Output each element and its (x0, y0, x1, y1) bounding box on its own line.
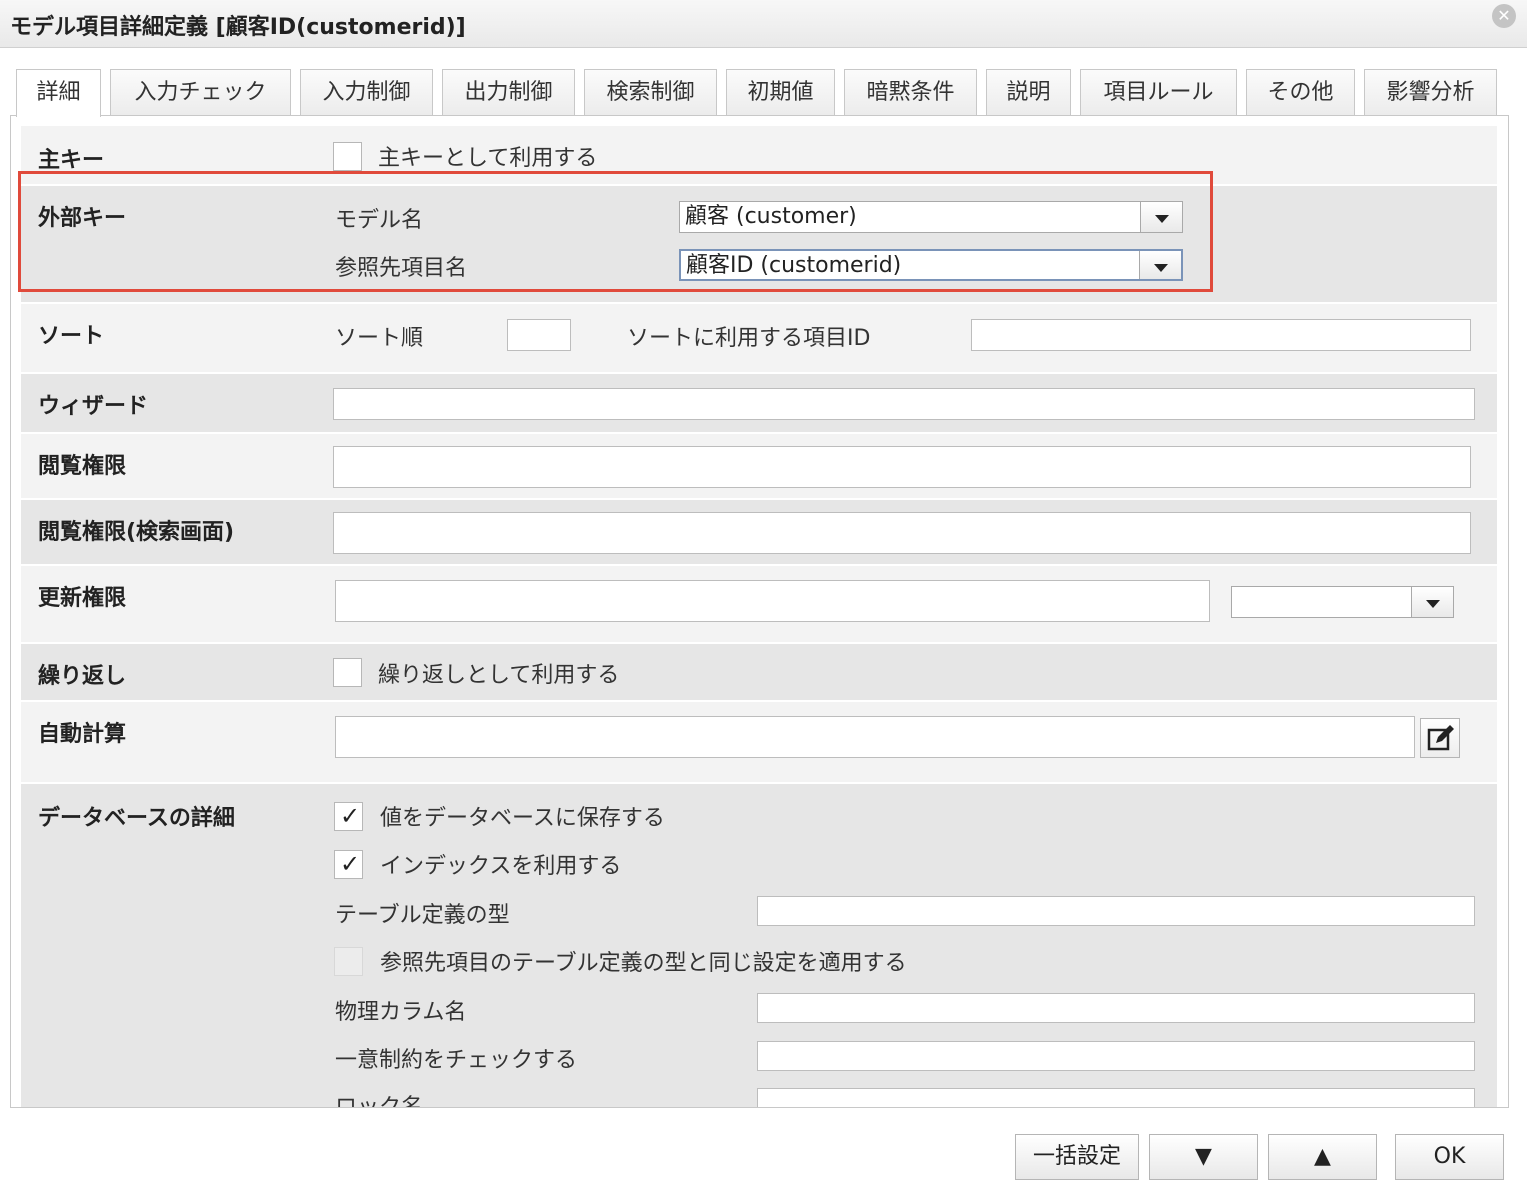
tab-initial-value[interactable]: 初期値 (726, 69, 835, 115)
tab-item-rule[interactable]: 項目ルール (1080, 69, 1237, 115)
model-name-label: モデル名 (335, 208, 424, 233)
tab-input-check[interactable]: 入力チェック (110, 69, 291, 115)
auto-calc-input[interactable] (335, 716, 1415, 758)
wizard-input[interactable] (333, 388, 1475, 420)
foreign-key-label: 外部キー (38, 206, 127, 231)
tab-details[interactable]: 詳細 (16, 69, 101, 117)
dialog-title: モデル項目詳細定義 [顧客ID(customerid)] (10, 15, 466, 40)
move-up-button[interactable]: ▲ (1268, 1134, 1377, 1180)
tab-implicit-condition[interactable]: 暗黙条件 (844, 69, 977, 115)
db-save-checkbox[interactable] (334, 802, 363, 831)
same-setting-checkbox[interactable] (334, 947, 363, 976)
unique-check-label: 一意制約をチェックする (335, 1048, 578, 1073)
sort-order-input[interactable] (507, 319, 571, 351)
edit-icon (1427, 725, 1454, 751)
primary-key-checkbox[interactable] (333, 142, 362, 171)
ref-item-value: 顧客ID (customerid) (686, 253, 902, 278)
physical-column-label: 物理カラム名 (335, 1000, 467, 1025)
edit-button[interactable] (1420, 718, 1460, 758)
sort-item-id-input[interactable] (971, 319, 1471, 351)
table-type-label: テーブル定義の型 (335, 903, 510, 928)
primary-key-row: 主キー 主キーとして利用する (21, 126, 1497, 186)
unique-check-input[interactable] (757, 1041, 1475, 1071)
chevron-down-icon[interactable] (1139, 251, 1181, 279)
foreign-key-row: 外部キー モデル名 顧客 (customer) 参照先項目名 顧客ID (cus… (21, 186, 1497, 304)
sort-row: ソート ソート順 ソートに利用する項目ID (21, 304, 1497, 374)
update-permission-row: 更新権限 (21, 566, 1497, 644)
tab-input-control[interactable]: 入力制御 (300, 69, 433, 115)
same-setting-label: 参照先項目のテーブル定義の型と同じ設定を適用する (380, 951, 907, 976)
update-permission-input[interactable] (335, 580, 1210, 622)
table-type-input[interactable] (757, 896, 1475, 926)
repeat-label: 繰り返し (38, 664, 127, 689)
details-scroll-area[interactable]: 主キー 主キーとして利用する 外部キー モデル名 顧客 (customer) 参… (21, 126, 1497, 1108)
auto-calc-row: 自動計算 (21, 702, 1497, 784)
view-permission-search-row: 閲覧権限(検索画面) (21, 500, 1497, 566)
view-permission-input[interactable] (333, 446, 1471, 488)
ref-item-label: 参照先項目名 (335, 256, 468, 281)
primary-key-checkbox-label: 主キーとして利用する (378, 146, 598, 171)
details-panel: 主キー 主キーとして利用する 外部キー モデル名 顧客 (customer) 参… (10, 115, 1509, 1108)
repeat-checkbox-label: 繰り返しとして利用する (378, 663, 620, 688)
lock-name-input[interactable] (757, 1088, 1475, 1107)
auto-calc-label: 自動計算 (38, 722, 127, 747)
model-name-select[interactable]: 顧客 (customer) (679, 201, 1183, 233)
lock-name-label: ロック名 (335, 1095, 424, 1108)
update-permission-select[interactable] (1231, 586, 1454, 618)
repeat-checkbox[interactable] (333, 658, 362, 687)
update-permission-label: 更新権限 (38, 586, 127, 611)
tab-output-control[interactable]: 出力制御 (442, 69, 575, 115)
database-label: データベースの詳細 (38, 806, 235, 831)
chevron-down-icon[interactable] (1140, 202, 1182, 232)
tab-search-control[interactable]: 検索制御 (584, 69, 717, 115)
close-icon[interactable]: ✕ (1492, 4, 1516, 28)
database-row: データベースの詳細 値をデータベースに保存する インデックスを利用する テーブル… (21, 784, 1497, 1108)
bulk-setting-button[interactable]: 一括設定 (1015, 1134, 1139, 1180)
repeat-row: 繰り返し 繰り返しとして利用する (21, 644, 1497, 702)
view-permission-search-input[interactable] (333, 512, 1471, 554)
view-permission-label: 閲覧権限 (38, 454, 127, 479)
sort-label: ソート (38, 324, 105, 349)
tab-impact-analysis[interactable]: 影響分析 (1364, 69, 1497, 115)
chevron-down-icon[interactable] (1411, 587, 1453, 617)
db-index-checkbox[interactable] (334, 850, 363, 879)
sort-order-label: ソート順 (335, 326, 424, 351)
ok-button[interactable]: OK (1395, 1134, 1504, 1180)
tab-description[interactable]: 説明 (986, 69, 1071, 115)
model-name-value: 顧客 (customer) (685, 204, 857, 229)
db-save-label: 値をデータベースに保存する (380, 806, 665, 831)
wizard-row: ウィザード (21, 374, 1497, 434)
physical-column-input[interactable] (757, 993, 1475, 1023)
dialog-title-bar: モデル項目詳細定義 [顧客ID(customerid)] ✕ (0, 0, 1527, 48)
primary-key-label: 主キー (38, 148, 105, 173)
ref-item-select[interactable]: 顧客ID (customerid) (679, 249, 1183, 281)
tab-other[interactable]: その他 (1246, 69, 1355, 115)
view-permission-search-label: 閲覧権限(検索画面) (38, 520, 235, 545)
move-down-button[interactable]: ▼ (1149, 1134, 1258, 1180)
db-index-label: インデックスを利用する (380, 854, 622, 879)
sort-item-id-label: ソートに利用する項目ID (627, 326, 871, 351)
view-permission-row: 閲覧権限 (21, 434, 1497, 500)
wizard-label: ウィザード (38, 394, 149, 419)
